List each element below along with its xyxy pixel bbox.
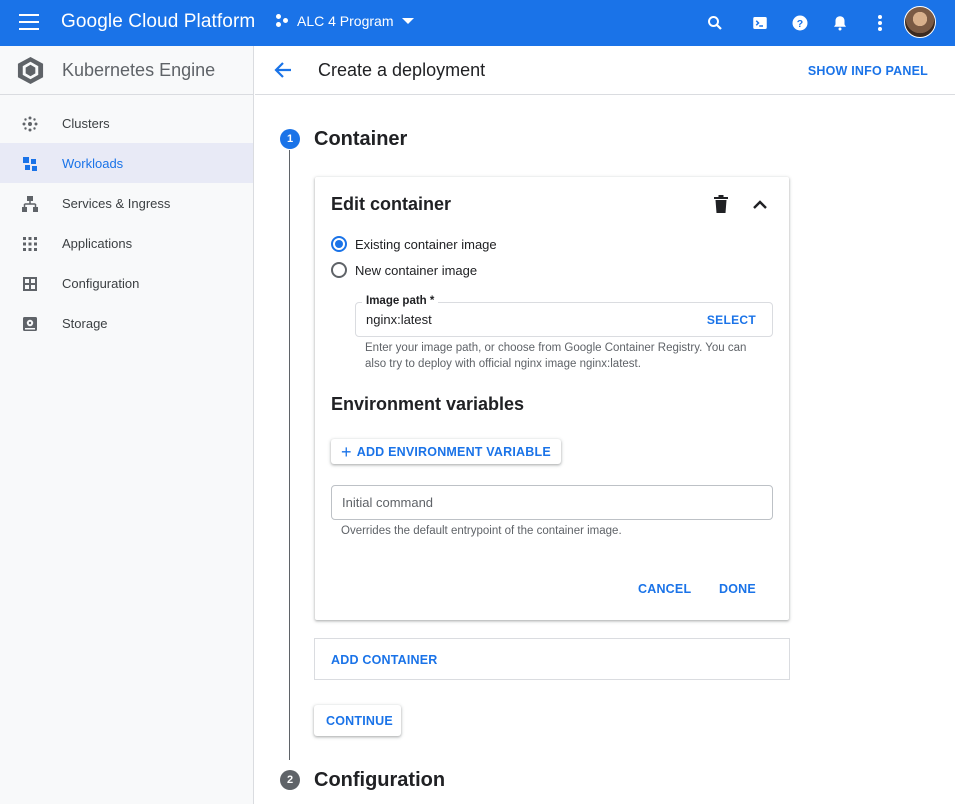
brand-title[interactable]: Google Cloud Platform	[61, 11, 255, 33]
add-env-label: ADD ENVIRONMENT VARIABLE	[356, 444, 551, 459]
sidebar-item-configuration[interactable]: Configuration	[0, 263, 253, 303]
radio-label: New container image	[355, 262, 478, 278]
workloads-icon	[23, 157, 37, 171]
add-env-variable-button[interactable]: + ADD ENVIRONMENT VARIABLE	[331, 439, 561, 464]
step-number-2: 2	[280, 770, 300, 790]
sidebar-item-clusters[interactable]: Clusters	[0, 103, 253, 143]
radio-label: Existing container image	[355, 236, 497, 252]
project-name: ALC 4 Program	[297, 13, 394, 29]
initial-command-input[interactable]	[331, 485, 773, 520]
services-icon	[22, 196, 38, 212]
delete-icon[interactable]	[713, 195, 729, 213]
sidebar-item-storage[interactable]: Storage	[0, 303, 253, 343]
configuration-icon	[23, 277, 37, 291]
sidebar-item-label: Workloads	[62, 156, 124, 171]
env-vars-title: Environment variables	[331, 394, 525, 414]
more-vert-icon[interactable]	[868, 11, 892, 35]
sidebar-title: Kubernetes Engine	[62, 60, 216, 80]
image-path-input[interactable]	[366, 312, 666, 327]
sidebar: Kubernetes Engine Clusters Workloads Ser…	[0, 46, 254, 804]
sidebar-item-label: Storage	[62, 316, 108, 331]
edit-container-card: Edit container Existing container image …	[315, 177, 789, 620]
step-title-container: Container	[314, 128, 408, 150]
chevron-up-icon[interactable]	[751, 196, 769, 212]
show-info-panel-button[interactable]: SHOW INFO PANEL	[808, 64, 928, 78]
avatar[interactable]	[904, 6, 936, 38]
project-selector[interactable]: ALC 4 Program	[276, 13, 415, 29]
clusters-icon	[22, 116, 38, 132]
radio-selected[interactable]	[331, 236, 347, 252]
image-path-label: Image path *	[362, 295, 439, 307]
cancel-button[interactable]: CANCEL	[638, 582, 691, 596]
card-title: Edit container	[331, 194, 452, 214]
notifications-icon[interactable]	[828, 11, 852, 35]
sidebar-item-label: Configuration	[62, 276, 140, 291]
search-icon[interactable]	[703, 11, 727, 35]
project-icon	[276, 14, 290, 28]
new-image-radio[interactable]: New container image	[331, 262, 477, 278]
step-title-configuration[interactable]: Configuration	[314, 769, 445, 792]
continue-button[interactable]: CONTINUE	[314, 705, 401, 736]
top-app-bar: Google Cloud Platform ALC 4 Program ?	[0, 0, 955, 46]
storage-icon	[23, 317, 37, 331]
select-image-button[interactable]: SELECT	[707, 313, 756, 327]
command-helper: Overrides the default entrypoint of the …	[341, 525, 622, 537]
cloud-shell-icon[interactable]	[748, 11, 772, 35]
help-icon[interactable]: ?	[788, 11, 812, 35]
applications-icon	[23, 237, 37, 251]
svg-text:?: ?	[797, 18, 803, 30]
image-path-helper: Enter your image path, or choose from Go…	[365, 342, 747, 370]
sidebar-item-services-ingress[interactable]: Services & Ingress	[0, 183, 253, 223]
menu-icon[interactable]	[19, 14, 39, 30]
page-header: Create a deployment SHOW INFO PANEL	[255, 46, 955, 95]
add-container-label: ADD CONTAINER	[331, 653, 438, 667]
existing-image-radio[interactable]: Existing container image	[331, 236, 497, 252]
sidebar-item-label: Applications	[62, 236, 133, 251]
sidebar-item-workloads[interactable]: Workloads	[0, 143, 253, 183]
continue-label: CONTINUE	[326, 714, 393, 728]
chevron-down-icon	[402, 18, 415, 24]
sidebar-header: Kubernetes Engine	[0, 46, 253, 95]
radio-unselected[interactable]	[331, 262, 347, 278]
image-path-field[interactable]: Image path * SELECT	[355, 295, 773, 337]
kubernetes-engine-icon	[17, 56, 44, 85]
page-title: Create a deployment	[318, 60, 486, 80]
plus-icon: +	[341, 441, 352, 462]
sidebar-item-applications[interactable]: Applications	[0, 223, 253, 263]
back-arrow-icon[interactable]	[273, 60, 293, 80]
sidebar-item-label: Services & Ingress	[62, 196, 171, 211]
step-number-1: 1	[280, 129, 300, 149]
add-container-button[interactable]: ADD CONTAINER	[314, 638, 790, 680]
done-button[interactable]: DONE	[719, 582, 756, 596]
sidebar-item-label: Clusters	[62, 116, 110, 131]
stepper-line	[289, 150, 290, 760]
